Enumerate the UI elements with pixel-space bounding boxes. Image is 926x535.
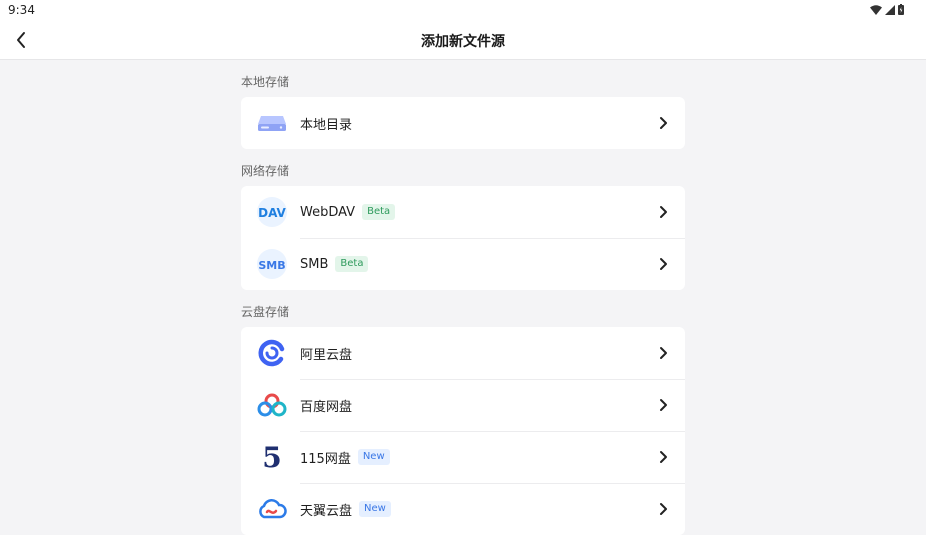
app-bar: 添加新文件源 xyxy=(0,20,926,60)
page-title: 添加新文件源 xyxy=(421,34,505,50)
baidu-netdisk-icon xyxy=(255,388,289,422)
115-netdisk-icon: 5 xyxy=(255,440,289,474)
section-label-local: 本地存储 xyxy=(241,75,290,89)
source-item-local-directory[interactable]: 本地目录 xyxy=(241,97,685,149)
chevron-right-icon xyxy=(660,117,667,129)
115-icon-text: 5 xyxy=(262,442,281,472)
webdav-icon: DAV xyxy=(255,195,289,229)
webdav-icon-text: DAV xyxy=(258,206,286,220)
source-label: SMB xyxy=(300,256,329,272)
source-item-webdav[interactable]: DAV WebDAV Beta xyxy=(241,186,685,238)
beta-badge: Beta xyxy=(335,256,369,272)
cloud-storage-card: 阿里云盘 百度网盘 5 115网盘 New 天翼云盘 New xyxy=(241,327,685,535)
section-label-network: 网络存储 xyxy=(241,164,290,178)
source-label: 115网盘 xyxy=(300,451,351,467)
new-badge: New xyxy=(357,449,390,465)
new-badge: New xyxy=(359,501,391,517)
source-label: 天翼云盘 xyxy=(300,503,353,519)
status-icons xyxy=(870,4,904,15)
source-item-tianyi-cloud[interactable]: 天翼云盘 New xyxy=(241,483,685,535)
status-bar: 9:34 xyxy=(0,0,926,20)
source-label: WebDAV xyxy=(300,204,356,220)
smb-icon: SMB xyxy=(255,247,289,281)
battery-icon xyxy=(898,4,904,15)
chevron-right-icon xyxy=(660,258,667,270)
source-item-115-netdisk[interactable]: 5 115网盘 New xyxy=(241,431,685,483)
source-label: 百度网盘 xyxy=(300,399,353,415)
section-label-cloud: 云盘存储 xyxy=(241,305,290,319)
chevron-right-icon xyxy=(660,503,667,515)
local-storage-card: 本地目录 xyxy=(241,97,685,149)
signal-icon xyxy=(885,4,895,15)
source-item-aliyun-drive[interactable]: 阿里云盘 xyxy=(241,327,685,379)
aliyun-drive-icon xyxy=(255,336,289,370)
local-drive-icon xyxy=(255,106,289,140)
status-time: 9:34 xyxy=(8,3,35,17)
wifi-icon xyxy=(870,4,882,15)
network-storage-card: DAV WebDAV Beta SMB SMB Beta xyxy=(241,186,685,290)
source-list: 本地存储 本地目录 网络存储 DAV WebDAV Beta SMB SMB B… xyxy=(241,60,685,535)
source-item-baidu-netdisk[interactable]: 百度网盘 xyxy=(241,379,685,431)
chevron-right-icon xyxy=(660,206,667,218)
beta-badge: Beta xyxy=(362,204,396,220)
source-label: 阿里云盘 xyxy=(300,347,353,363)
source-item-smb[interactable]: SMB SMB Beta xyxy=(241,238,685,290)
source-label: 本地目录 xyxy=(300,117,353,133)
chevron-right-icon xyxy=(660,399,667,411)
chevron-right-icon xyxy=(660,451,667,463)
chevron-right-icon xyxy=(660,347,667,359)
smb-icon-text: SMB xyxy=(258,259,285,272)
